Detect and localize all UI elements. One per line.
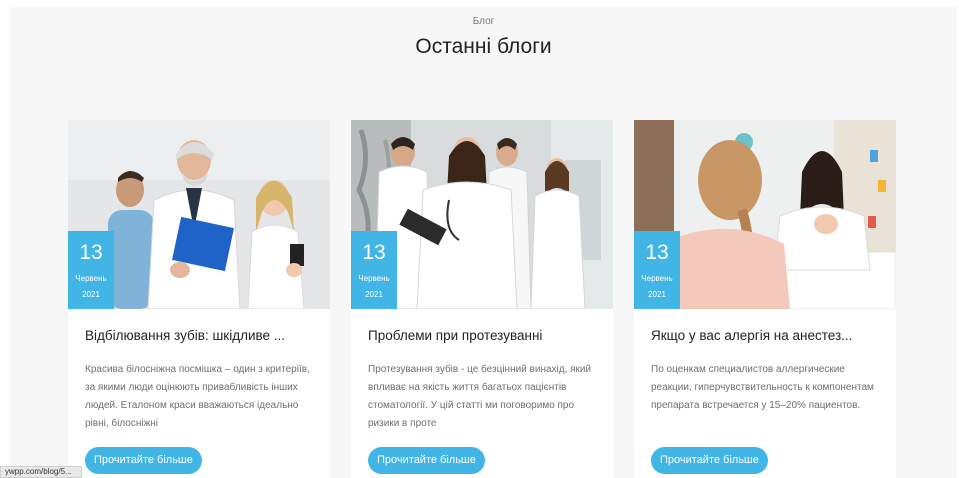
date-day: 13 — [79, 241, 103, 264]
post-excerpt: Протезування зубів - це безцінний винахі… — [368, 364, 592, 429]
date-month: Червень — [358, 274, 390, 283]
section-eyebrow: Блог — [472, 16, 495, 27]
date-day: 13 — [645, 241, 669, 264]
date-month: Червень — [75, 274, 107, 283]
read-more-button[interactable]: Прочитайте більше — [85, 447, 202, 474]
post-excerpt: Красива білосніжна посмішка – один з кри… — [85, 364, 310, 429]
post-title[interactable]: Проблеми при протезуванні — [368, 328, 542, 343]
date-year: 2021 — [82, 290, 100, 299]
date-badge: 13 Червень 2021 — [68, 231, 114, 309]
read-more-button[interactable]: Прочитайте більше — [651, 447, 768, 474]
link-status-url: ywpp.com/blog/5... — [0, 466, 82, 478]
date-day: 13 — [362, 241, 386, 264]
blog-card[interactable]: 13 Червень 2021 Відбілювання зубів: шкід… — [68, 120, 330, 478]
blog-card[interactable]: 13 Червень 2021 Проблеми при протезуванн… — [351, 120, 613, 478]
date-badge: 13 Червень 2021 — [351, 231, 397, 309]
read-more-button[interactable]: Прочитайте більше — [368, 447, 485, 474]
date-year: 2021 — [365, 290, 383, 299]
post-image[interactable]: 13 Червень 2021 — [351, 120, 613, 309]
date-month: Червень — [641, 274, 673, 283]
post-title[interactable]: Якщо у вас алергія на анестез... — [651, 328, 852, 343]
post-image[interactable]: 13 Червень 2021 — [68, 120, 330, 309]
section-heading: Останні блоги — [415, 35, 552, 58]
post-excerpt: По оценкам специалистов аллергические ре… — [651, 364, 874, 411]
post-image[interactable]: 13 Червень 2021 — [634, 120, 896, 309]
date-badge: 13 Червень 2021 — [634, 231, 680, 309]
post-title[interactable]: Відбілювання зубів: шкідливе ... — [85, 328, 285, 343]
blog-card[interactable]: 13 Червень 2021 Якщо у вас алергія на ан… — [634, 120, 896, 478]
date-year: 2021 — [648, 290, 666, 299]
